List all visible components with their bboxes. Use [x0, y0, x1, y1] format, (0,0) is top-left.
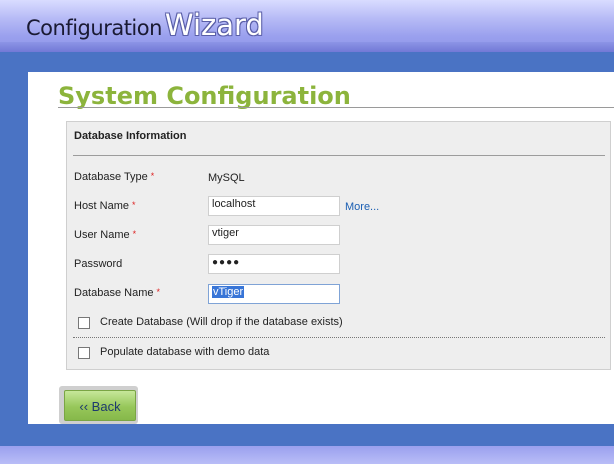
user-name-label: User Name *	[74, 229, 136, 241]
password-mask: ●●●●	[212, 257, 241, 268]
database-form: Database Information Database Type * MySQ…	[66, 121, 611, 370]
password-input[interactable]: ●●●●	[208, 254, 340, 274]
database-type-value: MySQL	[208, 172, 245, 184]
user-name-label-text: User Name	[74, 229, 130, 241]
required-marker: *	[156, 287, 161, 297]
more-link[interactable]: More...	[345, 201, 379, 213]
database-name-input[interactable]: vTiger	[208, 284, 340, 304]
database-type-label-text: Database Type	[74, 171, 148, 183]
header-bar: Configuration Wizard	[0, 0, 614, 52]
demo-data-checkbox[interactable]	[78, 347, 90, 359]
user-name-value: vtiger	[212, 227, 239, 239]
database-name-value: vTiger	[212, 286, 245, 298]
logo-word-configuration: Configuration	[26, 16, 162, 40]
header-band	[0, 42, 614, 52]
logo-word-wizard: Wizard	[164, 8, 264, 42]
dotted-divider	[73, 337, 605, 338]
title-divider	[58, 107, 614, 108]
create-database-checkbox[interactable]	[78, 317, 90, 329]
section-heading: Database Information	[74, 130, 187, 142]
footer-bar	[0, 446, 614, 464]
demo-data-label: Populate database with demo data	[100, 346, 270, 358]
create-database-label: Create Database (Will drop if the databa…	[100, 316, 343, 328]
password-label: Password	[74, 258, 122, 270]
section-divider	[73, 155, 605, 156]
back-button[interactable]: ‹‹ Back	[64, 390, 136, 421]
host-name-label-text: Host Name	[74, 200, 130, 212]
host-name-input[interactable]: localhost	[208, 196, 340, 216]
app-logo: Configuration Wizard	[26, 8, 264, 42]
host-name-label: Host Name *	[74, 200, 136, 212]
host-name-value: localhost	[212, 198, 256, 210]
database-type-label: Database Type *	[74, 171, 154, 183]
required-marker: *	[132, 200, 136, 210]
user-name-input[interactable]: vtiger	[208, 225, 340, 245]
required-marker: *	[150, 171, 155, 181]
content-panel: System Configuration Database Informatio…	[28, 72, 614, 424]
database-name-label-text: Database Name	[74, 287, 154, 299]
page-title: System Configuration	[58, 82, 351, 110]
database-name-label: Database Name *	[74, 287, 160, 299]
password-label-text: Password	[74, 258, 123, 270]
required-marker: *	[132, 229, 137, 239]
